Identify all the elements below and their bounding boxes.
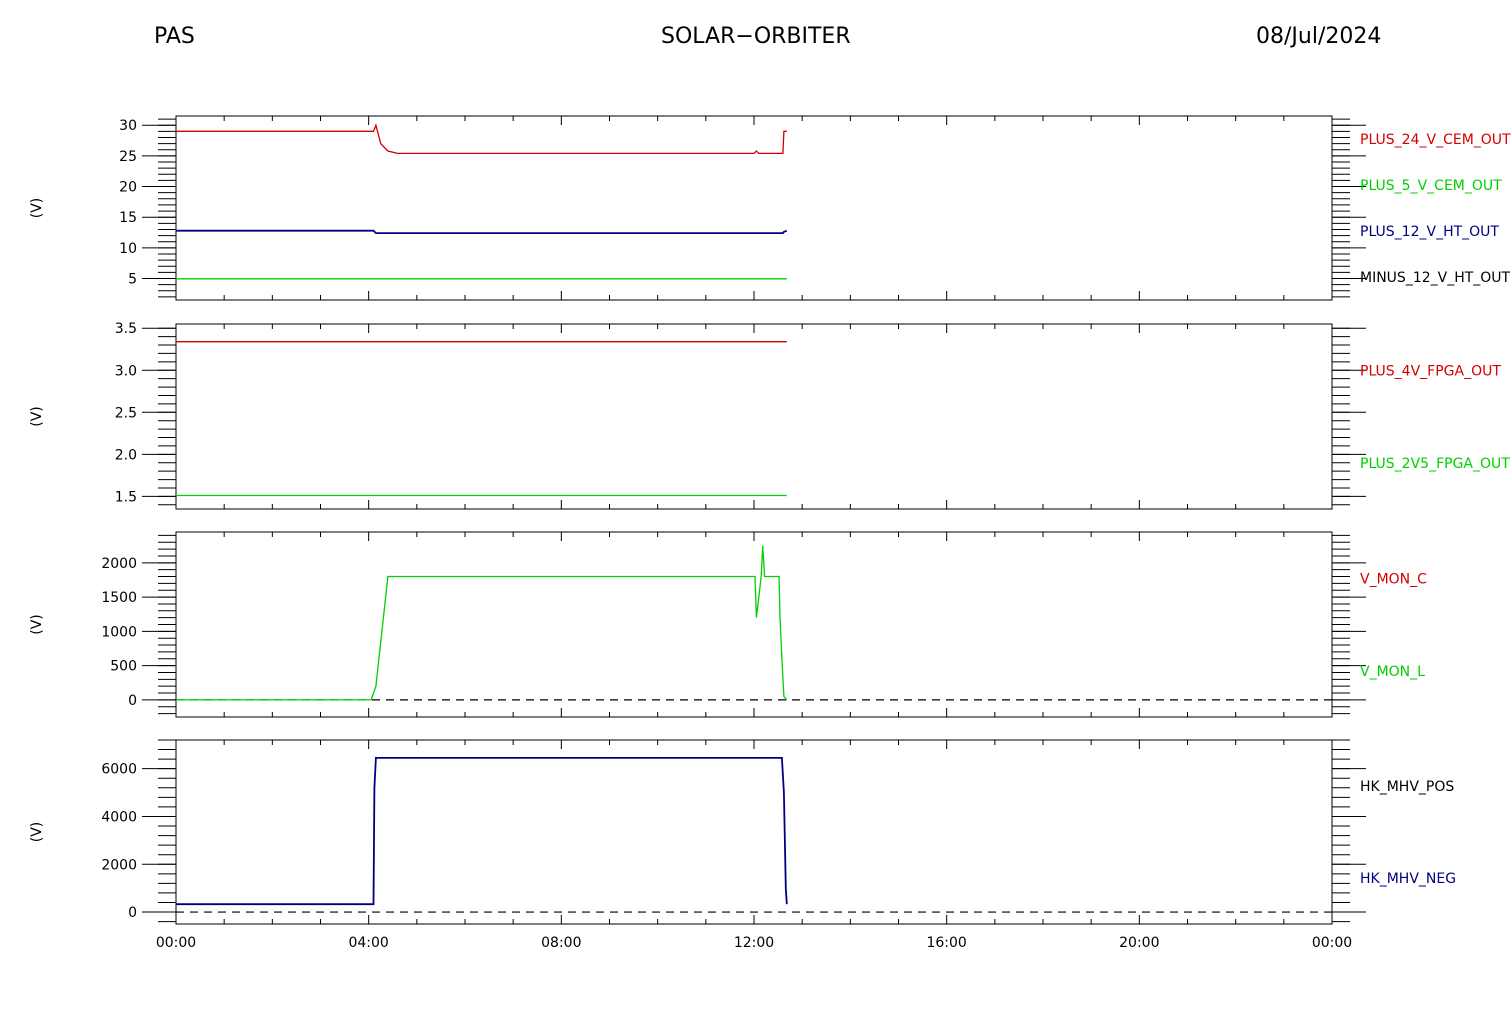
legend-entry: V_MON_C	[1360, 571, 1427, 587]
y-tick-label: 2.5	[115, 405, 137, 421]
x-tick-label: 08:00	[541, 935, 581, 951]
x-tick-label: 16:00	[926, 935, 966, 951]
x-tick-label: 00:00	[1312, 935, 1352, 951]
legend-entry: PLUS_12_V_HT_OUT	[1360, 224, 1499, 240]
y-tick-label: 1.5	[115, 489, 137, 505]
y-tick-label: 30	[119, 118, 137, 134]
series-line	[176, 229, 788, 235]
plot-frame	[175, 323, 1333, 510]
y-tick-label: 15	[119, 210, 137, 226]
y-tick-label: 3.5	[115, 321, 137, 337]
series-line	[176, 123, 787, 155]
x-tick-label: 12:00	[734, 935, 774, 951]
y-axis-label: (V)	[29, 614, 45, 635]
legend-entry: PLUS_5_V_CEM_OUT	[1360, 178, 1502, 194]
y-tick-label: 3.0	[115, 363, 137, 379]
panel-1: 5 10 15 20 25 30 (V) PLUS_24_V_CEM_OUT PLUS_5_V_…	[29, 115, 1511, 301]
legend-entry: HK_MHV_POS	[1360, 779, 1454, 795]
y-axis-label: (V)	[29, 198, 45, 219]
y-tick-label: 500	[110, 659, 137, 675]
y-tick-label: 1500	[101, 590, 137, 606]
plot-frame	[175, 115, 1333, 301]
x-tick-label: 20:00	[1119, 935, 1159, 951]
y-axis-label: (V)	[29, 406, 45, 427]
y-axis-label: (V)	[29, 822, 45, 843]
legend-entry: V_MON_L	[1360, 664, 1425, 680]
panel-3: 0 500 1000 1500 2000 (V) V_MON_C V_MON_L	[29, 531, 1427, 718]
series-line	[176, 545, 788, 701]
y-tick-label: 6000	[101, 762, 137, 778]
plot-frame	[175, 739, 1333, 925]
y-tick-label: 4000	[101, 809, 137, 825]
y-tick-label: 25	[119, 149, 137, 165]
y-tick-label: 2000	[101, 857, 137, 873]
housekeeping-plots: 5 10 15 20 25 30 (V) PLUS_24_V_CEM_OUT PLUS_5_V_…	[29, 115, 1511, 951]
legend-entry: PLUS_24_V_CEM_OUT	[1360, 132, 1511, 148]
x-tick-label: 04:00	[348, 935, 388, 951]
y-tick-label: 2.0	[115, 447, 137, 463]
y-tick-label: 5	[128, 272, 137, 288]
plot-frame	[175, 531, 1333, 718]
series-line	[176, 757, 788, 906]
y-tick-label: 10	[119, 241, 137, 257]
y-tick-label: 2000	[101, 556, 137, 572]
legend-entry: HK_MHV_NEG	[1360, 871, 1456, 887]
panel-2: 1.5 2.0 2.5 3.0 3.5 (V) PLUS_4V_FPGA_OUT PLUS_2…	[29, 321, 1510, 510]
y-tick-label: 0	[128, 905, 137, 921]
legend-entry: PLUS_4V_FPGA_OUT	[1360, 363, 1501, 379]
legend-entry: PLUS_2V5_FPGA_OUT	[1360, 456, 1510, 472]
panel-4: 0 2000 4000 6000 (V) HK_MHV_POS HK_MHV_NEG	[29, 739, 1456, 925]
y-tick-label: 1000	[101, 624, 137, 640]
y-tick-label: 0	[128, 693, 137, 709]
legend-entry: MINUS_12_V_HT_OUT	[1360, 270, 1511, 286]
y-tick-label: 20	[119, 180, 137, 196]
x-tick-label: 00:00	[156, 935, 196, 951]
